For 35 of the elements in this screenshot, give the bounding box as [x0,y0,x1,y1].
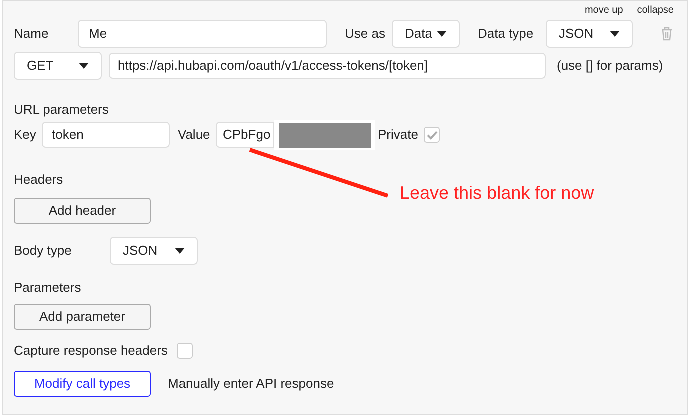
checkmark-icon [426,130,438,140]
panel-link[interactable]: move up [584,3,624,20]
url-hint: (use [] for params) [557,57,664,76]
key-field[interactable]: token [42,122,170,148]
value-label: Value [178,126,212,144]
section-title: Parameters [14,280,82,295]
caret-icon [610,31,620,37]
use-as-label: Use as [345,25,386,44]
section-title: URL parameters [14,102,109,117]
trash-icon[interactable] [661,27,673,41]
name-label: Name [14,25,50,44]
method-select[interactable]: GET [14,52,102,80]
panel-link[interactable]: collapse [637,3,674,20]
caret-icon [79,63,89,69]
key-label: Key [14,126,38,144]
body-type-select[interactable]: JSON [110,237,198,265]
checkbox[interactable] [177,343,193,359]
body-type-label: Body type [14,242,73,260]
value-field[interactable]: CPbFgo [216,122,274,148]
annotation-text: Leave this blank for now [400,182,594,205]
use-as-select[interactable]: Data [392,20,460,48]
add-parameter-button[interactable]: Add parameter [14,304,151,330]
caret-icon [175,248,185,254]
private-label: Private [378,126,420,144]
modify-call-types-button[interactable]: Modify call types [14,371,151,397]
caret-icon [437,31,447,37]
manual-entry-link[interactable]: Manually enter API response [168,374,334,394]
capture-label: Capture response headers [14,342,169,360]
data-type-select[interactable]: JSON [546,20,633,48]
add-header-button[interactable]: Add header [14,198,151,224]
data-type-label: Data type [478,25,535,44]
name-field[interactable]: Me [78,20,327,48]
url-field[interactable]: https://api.hubapi.com/oauth/v1/access-tokens/[token] [109,53,546,79]
section-title: Headers [14,172,64,187]
checkbox[interactable] [424,127,440,143]
